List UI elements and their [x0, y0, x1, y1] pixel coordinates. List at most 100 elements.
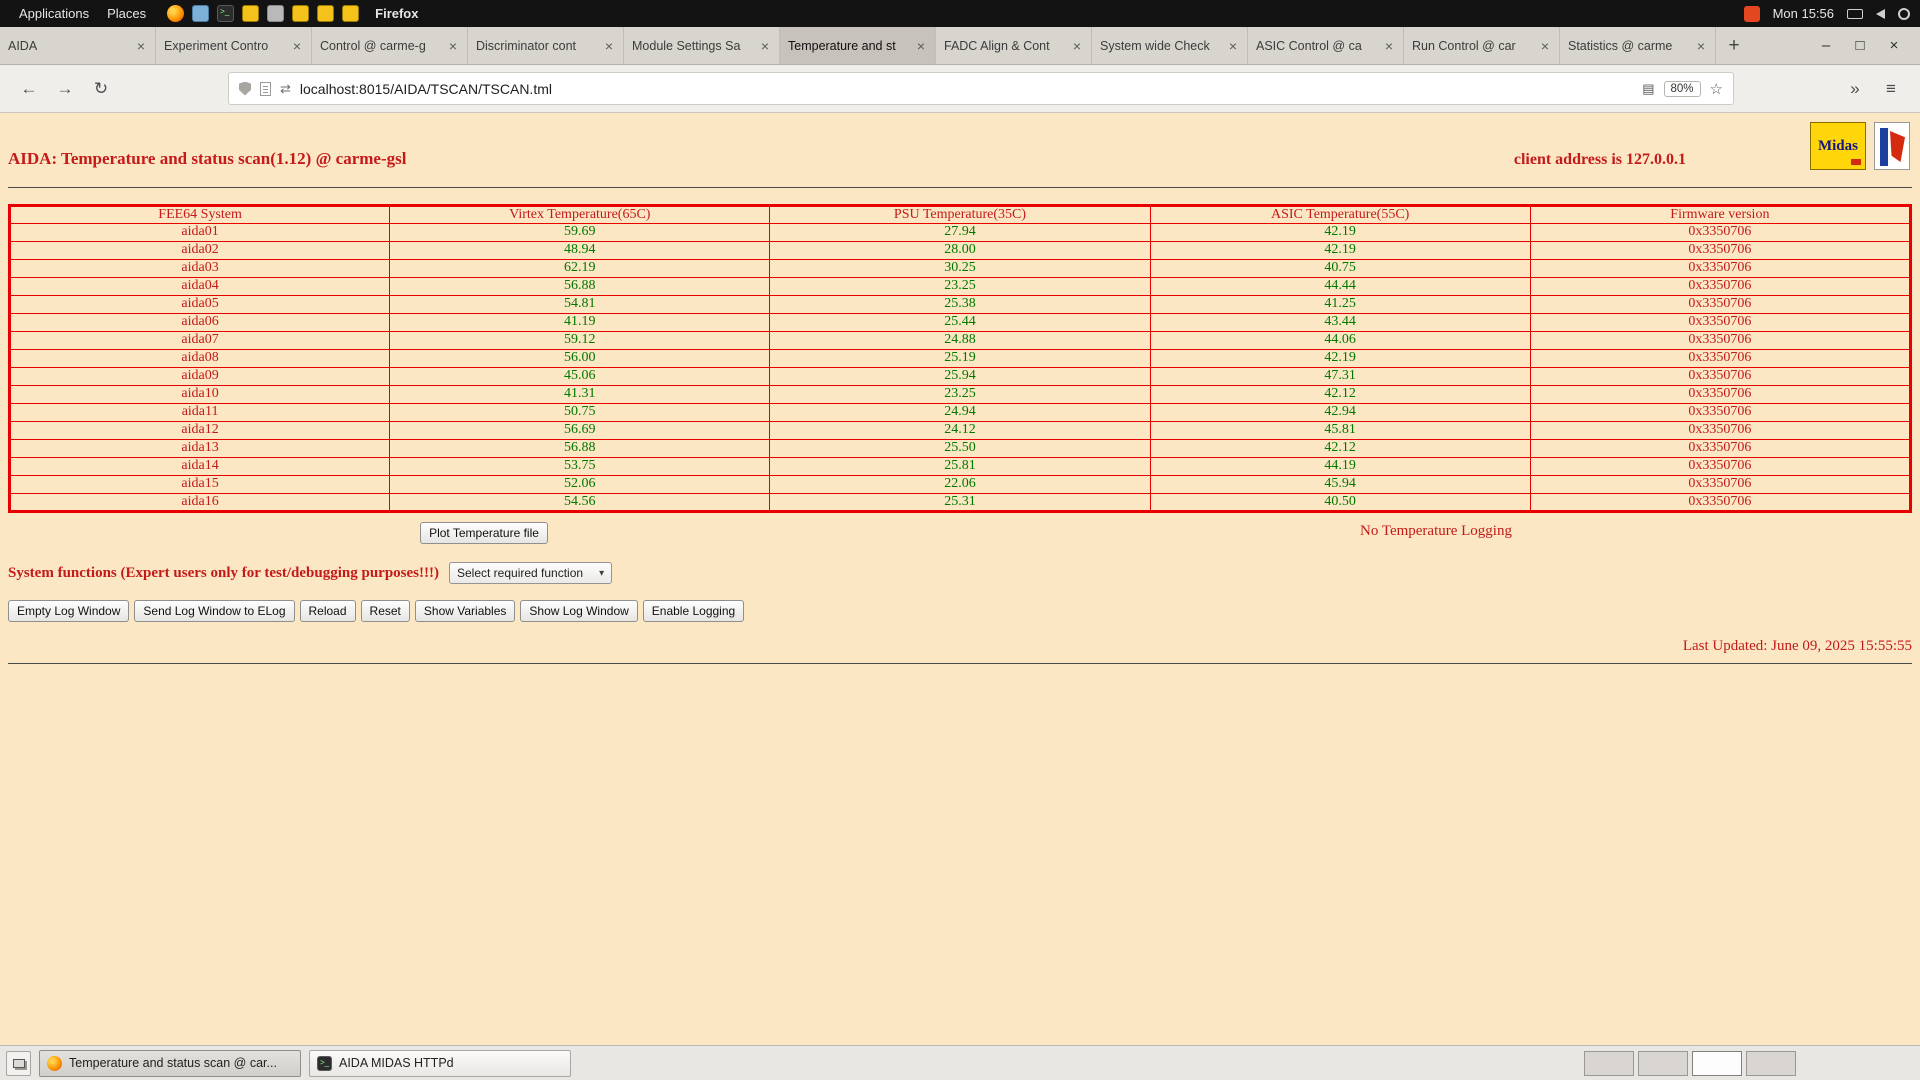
action-button[interactable]: Show Variables	[415, 600, 516, 622]
notification-icon[interactable]	[1744, 6, 1760, 22]
tab-title: FADC Align & Cont	[944, 39, 1067, 53]
terminal-launcher-icon[interactable]	[217, 5, 234, 22]
firefox-window: AIDA × Experiment Contro × Control @ car…	[0, 27, 1920, 1045]
minimize-button[interactable]: –	[1810, 27, 1842, 64]
tab-bar: AIDA × Experiment Contro × Control @ car…	[0, 27, 1920, 65]
reader-view-icon[interactable]: ▤	[1642, 81, 1654, 97]
close-button[interactable]: ×	[1878, 27, 1910, 64]
applications-menu[interactable]: Applications	[10, 3, 98, 24]
tab-close-icon[interactable]: ×	[135, 38, 147, 54]
action-button[interactable]: Empty Log Window	[8, 600, 129, 622]
browser-tab[interactable]: Control @ carme-g ×	[312, 27, 468, 64]
shield-icon[interactable]	[239, 82, 251, 96]
table-row: aida15 52.06 22.06 45.94 0x3350706	[10, 476, 1911, 494]
browser-tab[interactable]: Statistics @ carme ×	[1560, 27, 1716, 64]
tab-close-icon[interactable]: ×	[447, 38, 459, 54]
bookmark-star-icon[interactable]: ☆	[1710, 80, 1723, 98]
power-icon[interactable]	[1898, 8, 1910, 20]
forward-button[interactable]: →	[50, 79, 80, 99]
action-button[interactable]: Enable Logging	[643, 600, 744, 622]
cell-system: aida14	[10, 458, 390, 476]
cell-asic-temp: 45.94	[1150, 476, 1530, 494]
tab-close-icon[interactable]: ×	[759, 38, 771, 54]
url-bar[interactable]: ⇄ localhost:8015/AIDA/TSCAN/TSCAN.tml ▤ …	[228, 72, 1734, 105]
tab-close-icon[interactable]: ×	[915, 38, 927, 54]
tab-close-icon[interactable]: ×	[1695, 38, 1707, 54]
browser-tab[interactable]: FADC Align & Cont ×	[936, 27, 1092, 64]
launcher-icons	[167, 5, 359, 22]
workspace[interactable]	[1584, 1051, 1634, 1076]
cell-virtex-temp: 59.69	[390, 224, 770, 242]
taskbar-window-browser[interactable]: Temperature and status scan @ car...	[39, 1050, 301, 1077]
cell-system: aida08	[10, 350, 390, 368]
browser-tab[interactable]: Module Settings Sa ×	[624, 27, 780, 64]
active-app-name[interactable]: Firefox	[375, 6, 418, 21]
workspace[interactable]	[1638, 1051, 1688, 1076]
function-select[interactable]: Select required function ▾	[449, 562, 612, 584]
cell-psu-temp: 25.19	[770, 350, 1150, 368]
browser-tab[interactable]: Experiment Contro ×	[156, 27, 312, 64]
cell-virtex-temp: 41.19	[390, 314, 770, 332]
column-header-system: FEE64 System	[10, 206, 390, 224]
action-button[interactable]: Reset	[361, 600, 410, 622]
cell-asic-temp: 43.44	[1150, 314, 1530, 332]
tab-close-icon[interactable]: ×	[603, 38, 615, 54]
tab-close-icon[interactable]: ×	[1539, 38, 1551, 54]
app-window-icon[interactable]	[267, 5, 284, 22]
plot-temperature-button[interactable]: Plot Temperature file	[420, 522, 548, 544]
action-button[interactable]: Reload	[300, 600, 356, 622]
cell-firmware: 0x3350706	[1530, 332, 1910, 350]
logging-status: No Temperature Logging	[1360, 523, 1512, 539]
zoom-level[interactable]: 80%	[1664, 81, 1701, 97]
overflow-menu-icon[interactable]: »	[1840, 79, 1870, 99]
url-text[interactable]: localhost:8015/AIDA/TSCAN/TSCAN.tml	[300, 81, 1633, 97]
tab-close-icon[interactable]: ×	[1227, 38, 1239, 54]
keyboard-indicator-icon[interactable]	[1847, 9, 1863, 19]
midas-window-icon[interactable]	[317, 5, 334, 22]
browser-tab[interactable]: Discriminator cont ×	[468, 27, 624, 64]
midas-window-icon[interactable]	[342, 5, 359, 22]
back-button[interactable]: ←	[14, 79, 44, 99]
browser-tab[interactable]: ASIC Control @ ca ×	[1248, 27, 1404, 64]
workspace[interactable]	[1692, 1051, 1742, 1076]
table-row: aida08 56.00 25.19 42.19 0x3350706	[10, 350, 1911, 368]
taskbar: Temperature and status scan @ car... AID…	[0, 1045, 1920, 1080]
tab-title: Control @ carme-g	[320, 39, 443, 53]
show-desktop-button[interactable]	[6, 1051, 31, 1076]
maximize-button[interactable]: □	[1844, 27, 1876, 64]
action-button[interactable]: Show Log Window	[520, 600, 637, 622]
hamburger-menu-icon[interactable]: ≡	[1876, 79, 1906, 99]
chevron-down-icon: ▾	[599, 568, 604, 579]
browser-tab[interactable]: AIDA ×	[0, 27, 156, 64]
browser-tab[interactable]: Temperature and st ×	[780, 27, 936, 64]
tab-close-icon[interactable]: ×	[291, 38, 303, 54]
cell-firmware: 0x3350706	[1530, 386, 1910, 404]
facility-logo	[1874, 122, 1910, 170]
cell-virtex-temp: 54.56	[390, 494, 770, 512]
midas-window-icon[interactable]	[292, 5, 309, 22]
browser-tab[interactable]: Run Control @ car ×	[1404, 27, 1560, 64]
cell-firmware: 0x3350706	[1530, 224, 1910, 242]
new-tab-button[interactable]: +	[1716, 27, 1752, 64]
places-menu[interactable]: Places	[98, 3, 155, 24]
tab-close-icon[interactable]: ×	[1071, 38, 1083, 54]
table-row: aida03 62.19 30.25 40.75 0x3350706	[10, 260, 1911, 278]
taskbar-window-terminal[interactable]: AIDA MIDAS HTTPd	[309, 1050, 571, 1077]
workspace[interactable]	[1746, 1051, 1796, 1076]
firefox-launcher-icon[interactable]	[167, 5, 184, 22]
system-functions-row: System functions (Expert users only for …	[8, 562, 1912, 584]
files-launcher-icon[interactable]	[192, 5, 209, 22]
table-row: aida01 59.69 27.94 42.19 0x3350706	[10, 224, 1911, 242]
cell-asic-temp: 42.12	[1150, 386, 1530, 404]
action-button[interactable]: Send Log Window to ELog	[134, 600, 294, 622]
reload-button[interactable]: ↻	[86, 79, 116, 99]
terminal-icon	[317, 1056, 332, 1071]
midas-window-icon[interactable]	[242, 5, 259, 22]
volume-icon[interactable]	[1876, 9, 1885, 19]
browser-tab[interactable]: System wide Check ×	[1092, 27, 1248, 64]
page-info-icon[interactable]	[260, 82, 271, 96]
cell-system: aida16	[10, 494, 390, 512]
clock[interactable]: Mon 15:56	[1773, 6, 1834, 21]
tab-close-icon[interactable]: ×	[1383, 38, 1395, 54]
desktop: Applications Places Firefox Mon 15:56	[0, 0, 1920, 1080]
